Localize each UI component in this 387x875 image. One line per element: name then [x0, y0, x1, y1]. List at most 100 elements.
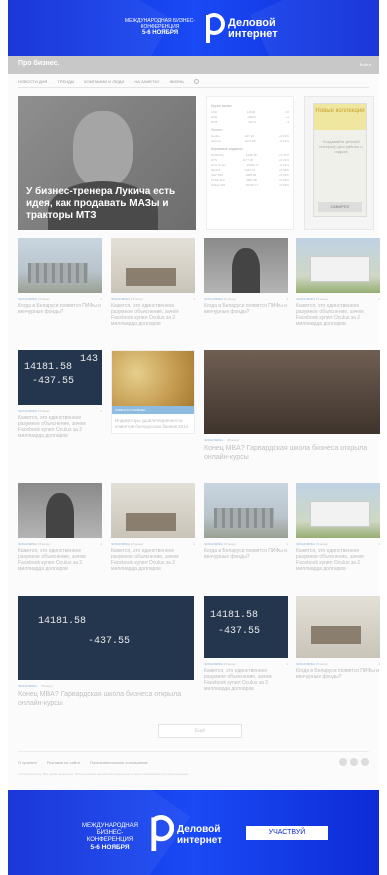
conference-text: Международная бизнес-конференция [124, 18, 196, 30]
card-title[interactable]: Когда в Беларуси появятся ПИФы и венчурн… [204, 548, 288, 560]
card-title[interactable]: Кажется, это единственное разумное объяс… [204, 668, 288, 692]
rates-widget: Курсы валют USD 14900 -10 EUR 18900 +4 RUB 32… [206, 96, 294, 230]
card-category: ЭКОНОМИКА [204, 662, 224, 666]
card-category: ЭКОНОМИКА [204, 542, 224, 546]
footer-link-about[interactable]: О проекте [18, 760, 37, 765]
card-title[interactable]: Конец MBA? Гарвардская школа бизнеса отк… [18, 690, 194, 708]
card-image [111, 238, 195, 293]
vk-icon[interactable] [350, 758, 358, 766]
conference-label: Международная бизнес-конференция 5-6 ноя… [120, 18, 200, 36]
indices-title: Биржевые индексы [211, 147, 243, 151]
site-logo[interactable]: Про бизнес. [18, 60, 60, 67]
footer-link-ads[interactable]: Реклама на сайте [47, 760, 80, 765]
ad-text: Создавайте уютный интерьер для работы и … [319, 139, 363, 154]
promo-title[interactable]: Индикаторы удовлетворенности клиентов бе… [112, 414, 194, 433]
card-category: ЭКОНОМИКА [18, 409, 38, 413]
nav-item-companies[interactable]: Компании и люди [84, 79, 124, 84]
ad-banner[interactable]: Новые коллекции Создавайте уютный интерь… [304, 96, 374, 230]
card-category: ЭКОНОМИКА [296, 542, 316, 546]
comments-count: 1 [100, 409, 102, 413]
hero-title[interactable]: У бизнес-тренера Лукича есть идея, как п… [26, 186, 186, 222]
promo-card[interactable]: КЛИЕНТЫ И БИЗНЕС Индикаторы удовлетворен… [111, 350, 195, 434]
comments-count: 1 [193, 542, 195, 546]
rates-title: Курсы валют [211, 104, 232, 108]
card-title[interactable]: Кажется, это единственное разумное объяс… [18, 415, 102, 439]
news-card[interactable]: ЭКОНОМИКА 15 минут 1 Когда в Беларуси поя… [204, 483, 288, 560]
conference-logo-icon [203, 13, 225, 43]
news-card[interactable]: ЭКОНОМИКА 15 минут 1 Кажется, это единств… [111, 483, 195, 572]
news-card[interactable]: ЭКОНОМИКА 15 минут 1 Когда в Беларуси поя… [18, 238, 102, 315]
comments-count: 1 [100, 297, 102, 301]
card-image [18, 238, 102, 293]
card-category: ЭКОНОМИКА [296, 297, 316, 301]
comments-count: 1 [193, 297, 195, 301]
news-card[interactable]: ЭКОНОМИКА 15 минут 1 Кажется, это единств… [18, 483, 102, 572]
card-title[interactable]: Кажется, это единственное разумное объяс… [296, 548, 380, 572]
page-content: Про бизнес. Войти Новости дня Тренды Ком… [8, 56, 380, 790]
ad-brand-logo: СКВИРЕЛ [318, 202, 362, 212]
search-icon[interactable] [193, 79, 199, 84]
card-title[interactable]: Кажется, это единственное разумное объяс… [111, 548, 195, 572]
card-title[interactable]: Когда в Беларуси появятся ПИФы и венчурн… [296, 668, 380, 680]
news-card[interactable]: ЭКОНОМИКА 15 минут 1 Когда в Беларуси поя… [296, 596, 380, 680]
comments-count: 1 [286, 297, 288, 301]
card-category: ЭКОНОМИКА [111, 542, 131, 546]
comments-count: 1 [378, 662, 380, 666]
ad-headline: Новые коллекции [314, 104, 366, 130]
card-title[interactable]: Конец MBA? Гарвардская школа бизнеса отк… [204, 444, 380, 462]
card-title[interactable]: Кажется, это единственное разумное объяс… [296, 303, 380, 327]
login-link[interactable]: Войти [360, 62, 371, 67]
card-image [296, 596, 380, 658]
card-category: ЭКОНОМИКА [18, 542, 38, 546]
conference-text: Международная бизнес-конференция [82, 823, 138, 843]
card-image [296, 483, 380, 538]
hero-article[interactable]: У бизнес-тренера Лукича есть идея, как п… [18, 96, 196, 230]
card-image [204, 350, 380, 434]
card-title[interactable]: Кажется, это единственное разумное объяс… [111, 303, 195, 327]
rate-row: Золото 1271.89 -0.14% [211, 139, 289, 143]
nav-item-news[interactable]: Новости дня [18, 79, 47, 84]
wide-news-card[interactable]: ЭКОНОМИКА 15 минут Конец MBA? Гарвардская… [204, 350, 380, 462]
conference-title: Деловой интернет [228, 17, 278, 40]
news-card[interactable]: ЭКОНОМИКА 15 минут 1 Кажется, это единств… [111, 238, 195, 327]
wide-news-card[interactable]: 14181.58 -437.55 ЭКОНОМИКА 15 минут Конец… [18, 596, 194, 708]
nav-item-notes[interactable]: На заметку [134, 79, 159, 84]
nav-item-trends[interactable]: Тренды [57, 79, 74, 84]
card-image: 14181.58 -437.55 [204, 596, 288, 658]
footer-link-terms[interactable]: Пользовательское соглашение [90, 760, 148, 765]
top-conference-banner[interactable]: Международная бизнес-конференция 5-6 ноя… [8, 0, 379, 56]
news-card[interactable]: ЭКОНОМИКА 15 минут 1 Кажется, это единств… [296, 238, 380, 327]
card-title[interactable]: Когда в Беларуси появятся ПИФы и венчурн… [18, 303, 102, 315]
card-title[interactable]: Кажется, это единственное разумное объяс… [18, 548, 102, 572]
card-title[interactable]: Когда в Беларуси появятся ПИФы и венчурн… [204, 303, 288, 315]
hero-photo [73, 111, 133, 186]
participate-button[interactable]: УЧАСТВУЙ [246, 826, 328, 840]
rate-row: Nikkei 225 15433.71 +0.59% [211, 183, 289, 187]
rate-row: RUB 325.8 -3 [211, 120, 289, 124]
conference-title: Деловой интернет [177, 824, 223, 846]
nav-item-life[interactable]: Жизнь [169, 79, 184, 84]
social-links [339, 758, 369, 766]
twitter-icon[interactable] [361, 758, 369, 766]
main-nav: Новости дня Тренды Компании и люди На за… [18, 79, 199, 84]
conference-label: Международная бизнес-конференция 5-6 ноя… [74, 823, 146, 851]
nav-divider [18, 87, 369, 88]
footer-links: О проекте Реклама на сайте Пользовательс… [18, 760, 148, 765]
facebook-icon[interactable] [339, 758, 347, 766]
card-image [18, 483, 102, 538]
comments-count: 1 [378, 542, 380, 546]
card-image [204, 238, 288, 293]
comments-count: 1 [378, 297, 380, 301]
site-header: Про бизнес. Войти [8, 56, 379, 74]
news-card[interactable]: ЭКОНОМИКА 15 минут 1 Кажется, это единств… [296, 483, 380, 572]
news-card[interactable]: 14181.58 -437.55 ЭКОНОМИКА 15 минут 1 Каж… [204, 596, 288, 692]
card-image [111, 483, 195, 538]
footer-divider [18, 751, 369, 752]
card-category: ЭКОНОМИКА [296, 662, 316, 666]
conference-dates: 5-6 ноября [141, 30, 179, 36]
news-card[interactable]: 14181.58 -437.55 143 ЭКОНОМИКА 15 минут 1… [18, 350, 102, 439]
bottom-conference-banner[interactable]: Международная бизнес-конференция 5-6 ноя… [8, 790, 379, 875]
conference-logo-icon [147, 815, 175, 851]
load-more-button[interactable]: Ещё [158, 724, 242, 738]
news-card[interactable]: ЭКОНОМИКА 15 минут 1 Когда в Беларуси поя… [204, 238, 288, 315]
